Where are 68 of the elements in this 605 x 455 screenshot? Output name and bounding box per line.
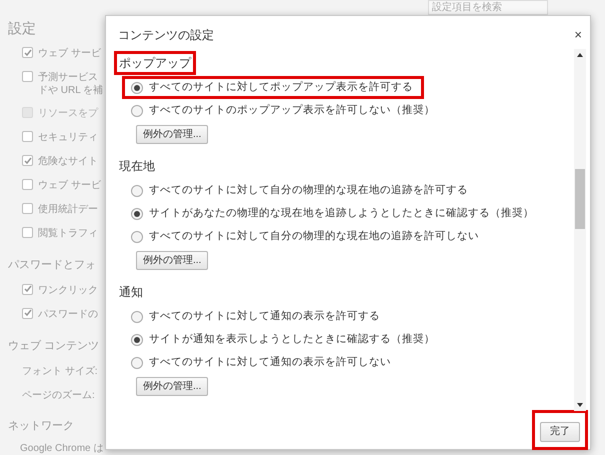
radio-label: サイトがあなたの物理的な現在地を追跡しようとしたときに確認する（推奨） — [149, 206, 534, 221]
manage-exceptions-button[interactable]: 例外の管理... — [136, 377, 208, 396]
radio-label: すべてのサイトのポップアップ表示を許可しない（推奨） — [149, 102, 435, 118]
radio-label: すべてのサイトに対して通知の表示を許可しない — [149, 354, 391, 370]
radio-option[interactable]: サイトがあなたの物理的な現在地を追跡しようとしたときに確認する（推奨） — [122, 202, 545, 225]
check-icon — [24, 309, 32, 317]
manage-exceptions-button[interactable]: 例外の管理... — [136, 125, 208, 144]
done-button[interactable]: 完了 — [540, 422, 580, 442]
radio-option[interactable]: すべてのサイトに対してポップアップ表示を許可する — [122, 76, 424, 99]
radio-button[interactable] — [131, 208, 143, 220]
radio-button[interactable] — [131, 82, 143, 94]
checkbox-label: ワンクリック — [38, 284, 98, 296]
section-heading: パスワードとフォ — [8, 258, 97, 273]
radio-label: すべてのサイトに対して自分の物理的な現在地の追跡を許可する — [149, 182, 468, 198]
checkbox-label: ウェブ サービ — [38, 47, 101, 60]
radio-label: サイトが通知を表示しようとしたときに確認する（推奨） — [149, 332, 435, 347]
radio-button[interactable] — [131, 334, 143, 346]
section-heading: 通知 — [118, 284, 144, 301]
scroll-down-icon[interactable] — [577, 403, 583, 407]
checkbox[interactable] — [22, 71, 33, 82]
radio-option[interactable]: すべてのサイトに対して通知の表示を許可しない — [122, 351, 402, 374]
radio-option[interactable]: すべてのサイトに対して自分の物理的な現在地の追跡を許可しない — [122, 225, 490, 248]
checkbox[interactable] — [22, 308, 33, 318]
radio-option[interactable]: サイトが通知を表示しようとしたときに確認する（推奨） — [122, 328, 446, 351]
radio-label: すべてのサイトに対して自分の物理的な現在地の追跡を許可しない — [149, 228, 479, 244]
checkbox[interactable] — [22, 227, 33, 238]
section-heading: ウェブ コンテンツ — [8, 338, 100, 354]
checkbox-label: 使用統計デー — [38, 203, 98, 216]
checkbox-label: ドや URL を補 — [38, 84, 104, 97]
checkbox[interactable] — [22, 131, 33, 142]
scroll-up-icon[interactable] — [577, 53, 583, 57]
radio-button[interactable] — [131, 230, 143, 242]
checkbox-label: 予測サービス — [38, 71, 99, 84]
checkbox[interactable] — [22, 284, 33, 294]
checkbox-label: ウェブ サービ — [38, 179, 101, 192]
manage-exceptions-button[interactable]: 例外の管理... — [136, 251, 208, 270]
radio-button[interactable] — [131, 310, 143, 322]
checkbox[interactable] — [22, 203, 33, 214]
checkbox-label: セキュリティ — [38, 131, 98, 144]
radio-option[interactable]: すべてのサイトのポップアップ表示を許可しない（推奨） — [122, 99, 446, 122]
checkbox-label: 危険なサイト — [38, 155, 98, 168]
radio-option[interactable]: すべてのサイトに対して通知の表示を許可する — [122, 305, 391, 328]
section-heading: ネットワーク — [8, 419, 75, 434]
checkbox[interactable] — [22, 155, 33, 166]
scrollbar[interactable] — [574, 49, 586, 411]
check-icon — [24, 48, 32, 56]
section-heading: ポップアップ — [114, 51, 196, 75]
check-icon — [24, 285, 32, 293]
section-heading: 現在地 — [118, 158, 156, 175]
checkbox-label: 閲覧トラフィ — [38, 227, 98, 240]
checkbox-label: パスワードの — [38, 308, 98, 320]
radio-button[interactable] — [131, 104, 143, 116]
checkbox-label: リソースをプ — [38, 107, 98, 120]
check-icon — [24, 156, 32, 164]
field-label: ページのズーム: — [21, 389, 96, 403]
radio-button[interactable] — [131, 356, 143, 368]
radio-label: すべてのサイトに対して通知の表示を許可する — [149, 308, 380, 324]
close-button[interactable]: × — [574, 28, 582, 41]
checkbox[interactable] — [22, 179, 33, 190]
dialog-title: コンテンツの設定 — [118, 26, 214, 44]
radio-button[interactable] — [131, 184, 143, 196]
checkbox[interactable] — [22, 47, 33, 58]
radio-option[interactable]: すべてのサイトに対して自分の物理的な現在地の追跡を許可する — [122, 179, 479, 202]
page-title: 設定 — [8, 19, 37, 38]
radio-label: すべてのサイトに対してポップアップ表示を許可する — [149, 80, 413, 95]
field-label: フォント サイズ: — [21, 365, 99, 379]
scrollbar-thumb[interactable] — [575, 169, 585, 229]
description-text: Google Chrome は — [19, 442, 104, 455]
